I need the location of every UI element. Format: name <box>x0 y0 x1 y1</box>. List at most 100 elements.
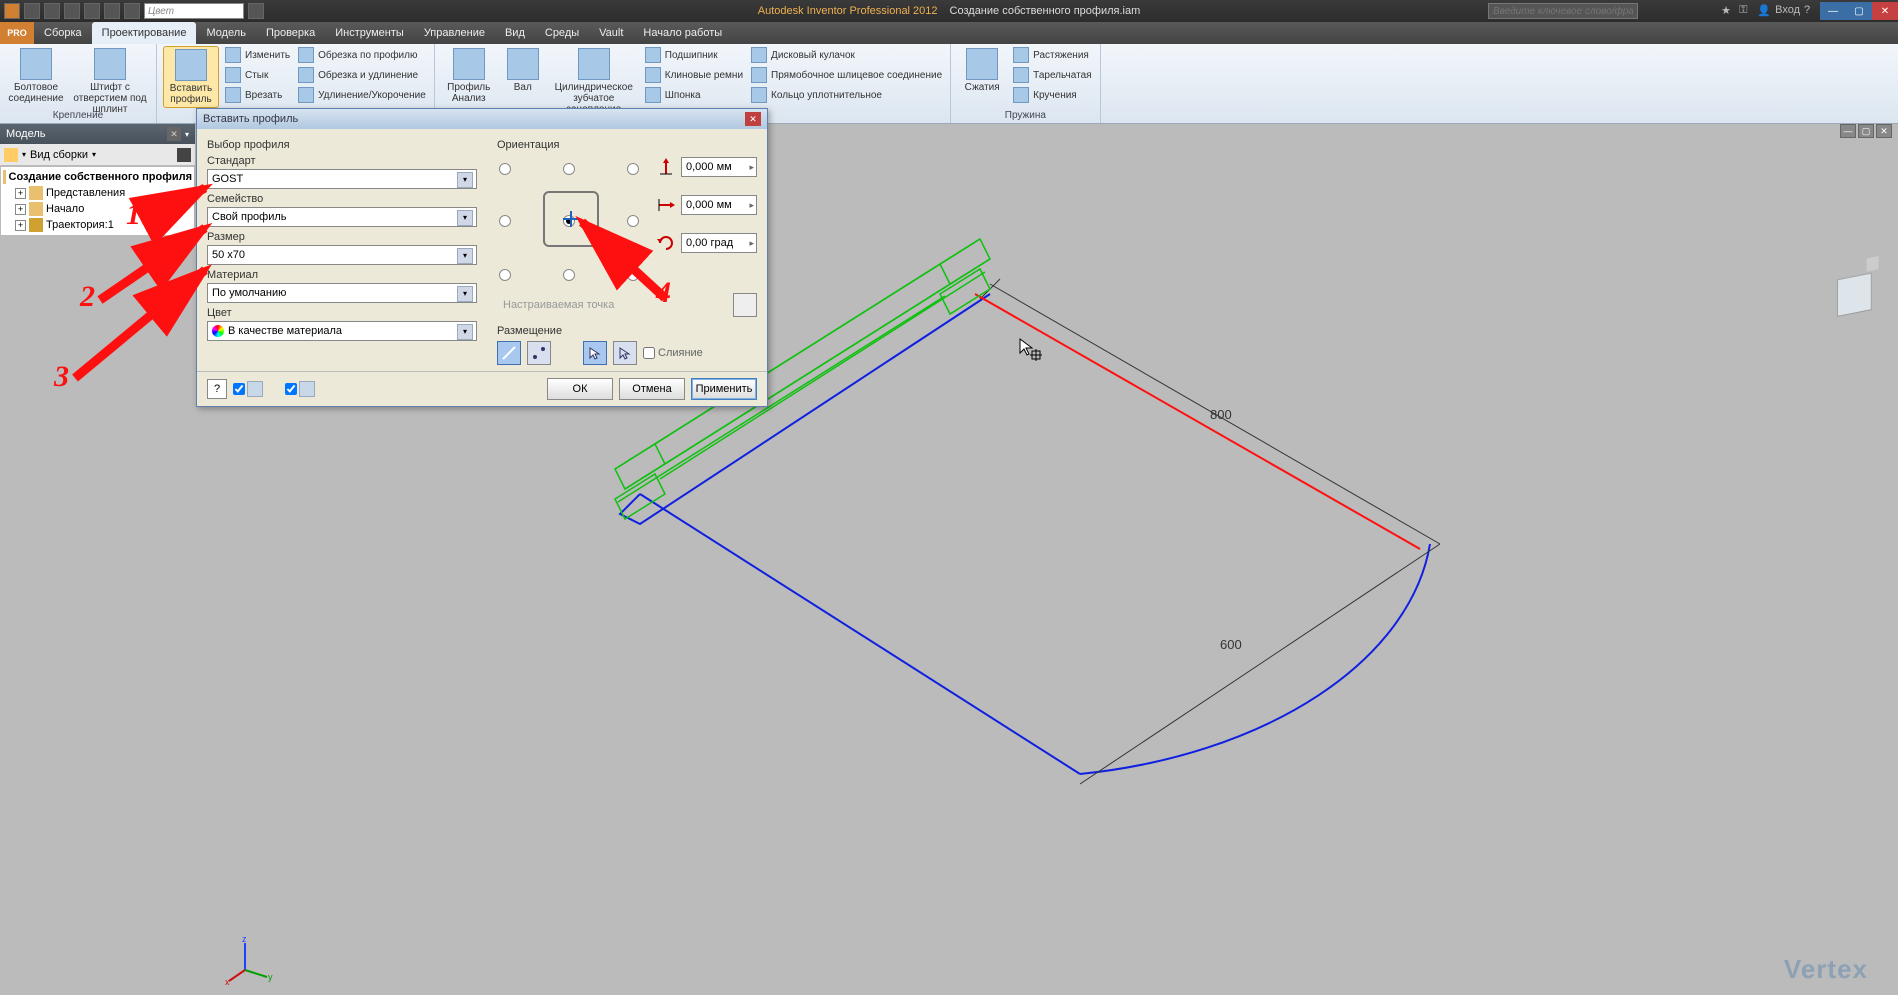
qat-open-icon[interactable] <box>44 3 60 19</box>
clevis-pin-button[interactable]: Штифт с отверстием под шплинт <box>70 46 150 117</box>
ok-button[interactable]: ОК <box>547 378 613 400</box>
app-icon[interactable] <box>4 3 20 19</box>
expand-icon[interactable]: + <box>15 204 26 215</box>
mirror-button[interactable] <box>733 293 757 317</box>
color-combo[interactable]: В качестве материала <box>207 321 477 341</box>
tab-manage[interactable]: Управление <box>414 22 495 44</box>
select-edges-button[interactable] <box>497 341 521 365</box>
dialog-close-button[interactable]: ✕ <box>745 112 761 126</box>
rotation-icon <box>657 234 675 252</box>
help-button[interactable]: ? <box>207 379 227 399</box>
tab-tools[interactable]: Инструменты <box>325 22 414 44</box>
search-input[interactable] <box>1488 3 1638 19</box>
bell-spring-icon <box>1013 67 1029 83</box>
orient-radio-bc[interactable] <box>563 269 575 281</box>
minimize-button[interactable]: — <box>1820 2 1846 20</box>
browser-tree[interactable]: Создание собственного профиля +Представл… <box>0 166 195 236</box>
expand-icon[interactable]: + <box>15 188 26 199</box>
tree-node-origin[interactable]: +Начало <box>1 201 194 217</box>
option-check-2[interactable] <box>285 381 315 397</box>
merge-checkbox[interactable]: Слияние <box>643 347 703 359</box>
orient-radio-tr[interactable] <box>627 163 639 175</box>
qat-save-icon[interactable] <box>64 3 80 19</box>
apply-button[interactable]: Применить <box>691 378 757 400</box>
close-button[interactable]: ✕ <box>1872 2 1898 20</box>
login-label[interactable]: Вход <box>1775 4 1800 18</box>
offset-v-input[interactable]: 0,000 мм <box>681 157 757 177</box>
orient-radio-tc[interactable] <box>563 163 575 175</box>
standard-combo[interactable]: GOST <box>207 169 477 189</box>
filter-icon[interactable] <box>4 148 18 162</box>
qat-new-icon[interactable] <box>24 3 40 19</box>
tab-environments[interactable]: Среды <box>535 22 589 44</box>
expand-icon[interactable]: + <box>15 220 26 231</box>
key-button[interactable]: Шпонка <box>643 86 745 104</box>
belleville-spring-button[interactable]: Тарельчатая <box>1011 66 1093 84</box>
insert-frame-button[interactable]: Вставить профиль <box>163 46 219 108</box>
home-icon[interactable] <box>1867 256 1879 272</box>
app-menu-button[interactable]: PRO <box>0 22 34 44</box>
orient-radio-bl[interactable] <box>499 269 511 281</box>
orient-radio-tl[interactable] <box>499 163 511 175</box>
view-cube[interactable] <box>1837 271 1877 322</box>
orient-radio-mr[interactable] <box>627 215 639 227</box>
qat-redo-icon[interactable] <box>104 3 120 19</box>
extension-spring-button[interactable]: Растяжения <box>1011 46 1093 64</box>
star-icon[interactable]: ★ <box>1721 4 1735 18</box>
browser-close-icon[interactable]: ✕ <box>167 127 181 141</box>
vbelt-button[interactable]: Клиновые ремни <box>643 66 745 84</box>
size-combo[interactable]: 50 x70 <box>207 245 477 265</box>
browser-title[interactable]: Модель ✕ <box>0 124 195 144</box>
change-button[interactable]: Изменить <box>223 46 292 64</box>
tree-node-skeleton[interactable]: +Траектория:1 <box>1 217 194 233</box>
orientation-label: Ориентация <box>497 139 757 151</box>
selection-cursor-button[interactable] <box>583 341 607 365</box>
shaft-button[interactable]: Вал <box>501 46 545 95</box>
help-icon[interactable]: ? <box>1804 4 1818 18</box>
qat-undo-icon[interactable] <box>84 3 100 19</box>
disc-cam-button[interactable]: Дисковый кулачок <box>749 46 944 64</box>
qat-material-icon[interactable] <box>248 3 264 19</box>
orient-radio-br[interactable] <box>627 269 639 281</box>
family-combo[interactable]: Свой профиль <box>207 207 477 227</box>
user-icon[interactable]: 👤 <box>1757 4 1771 18</box>
notch-button[interactable]: Врезать <box>223 86 292 104</box>
spline-button[interactable]: Прямобочное шлицевое соединение <box>749 66 944 84</box>
tab-vault[interactable]: Vault <box>589 22 633 44</box>
tab-model[interactable]: Модель <box>196 22 255 44</box>
qat-appearance-combo[interactable]: Цвет <box>144 3 244 19</box>
oring-button[interactable]: Кольцо уплотнительное <box>749 86 944 104</box>
material-combo[interactable]: По умолчанию <box>207 283 477 303</box>
key-icon[interactable]: ⚿ <box>1739 4 1753 18</box>
cancel-button[interactable]: Отмена <box>619 378 685 400</box>
maximize-button[interactable]: ▢ <box>1846 2 1872 20</box>
spur-gear-button[interactable]: Цилиндрическое зубчатое зацепление <box>549 46 639 117</box>
trim-to-frame-button[interactable]: Обрезка по профилю <box>296 46 428 64</box>
find-icon[interactable] <box>177 148 191 162</box>
offset-h-input[interactable]: 0,000 мм <box>681 195 757 215</box>
bearing-button[interactable]: Подшипник <box>643 46 745 64</box>
tab-view[interactable]: Вид <box>495 22 535 44</box>
svg-text:z: z <box>242 935 247 944</box>
lengthen-button[interactable]: Удлинение/Укорочение <box>296 86 428 104</box>
bolted-connection-button[interactable]: Болтовое соединение <box>6 46 66 106</box>
compression-spring-button[interactable]: Сжатия <box>957 46 1007 95</box>
tab-assembly[interactable]: Сборка <box>34 22 92 44</box>
dialog-title-bar[interactable]: Вставить профиль ✕ <box>197 109 767 129</box>
orient-radio-ml[interactable] <box>499 215 511 227</box>
select-points-button[interactable] <box>527 341 551 365</box>
trim-extend-button[interactable]: Обрезка и удлинение <box>296 66 428 84</box>
tab-inspect[interactable]: Проверка <box>256 22 325 44</box>
frame-analysis-button[interactable]: Профиль Анализ <box>441 46 497 106</box>
qat-print-icon[interactable] <box>124 3 140 19</box>
torsion-spring-button[interactable]: Кручения <box>1011 86 1093 104</box>
tab-design[interactable]: Проектирование <box>92 22 197 44</box>
rotation-input[interactable]: 0,00 град <box>681 233 757 253</box>
tree-root[interactable]: Создание собственного профиля <box>1 169 194 185</box>
selection-cursor2-button[interactable] <box>613 341 637 365</box>
option-check-1[interactable] <box>233 381 263 397</box>
tab-getstarted[interactable]: Начало работы <box>633 22 732 44</box>
assembly-view-label[interactable]: Вид сборки <box>30 149 88 161</box>
tree-node-representations[interactable]: +Представления <box>1 185 194 201</box>
miter-button[interactable]: Стык <box>223 66 292 84</box>
